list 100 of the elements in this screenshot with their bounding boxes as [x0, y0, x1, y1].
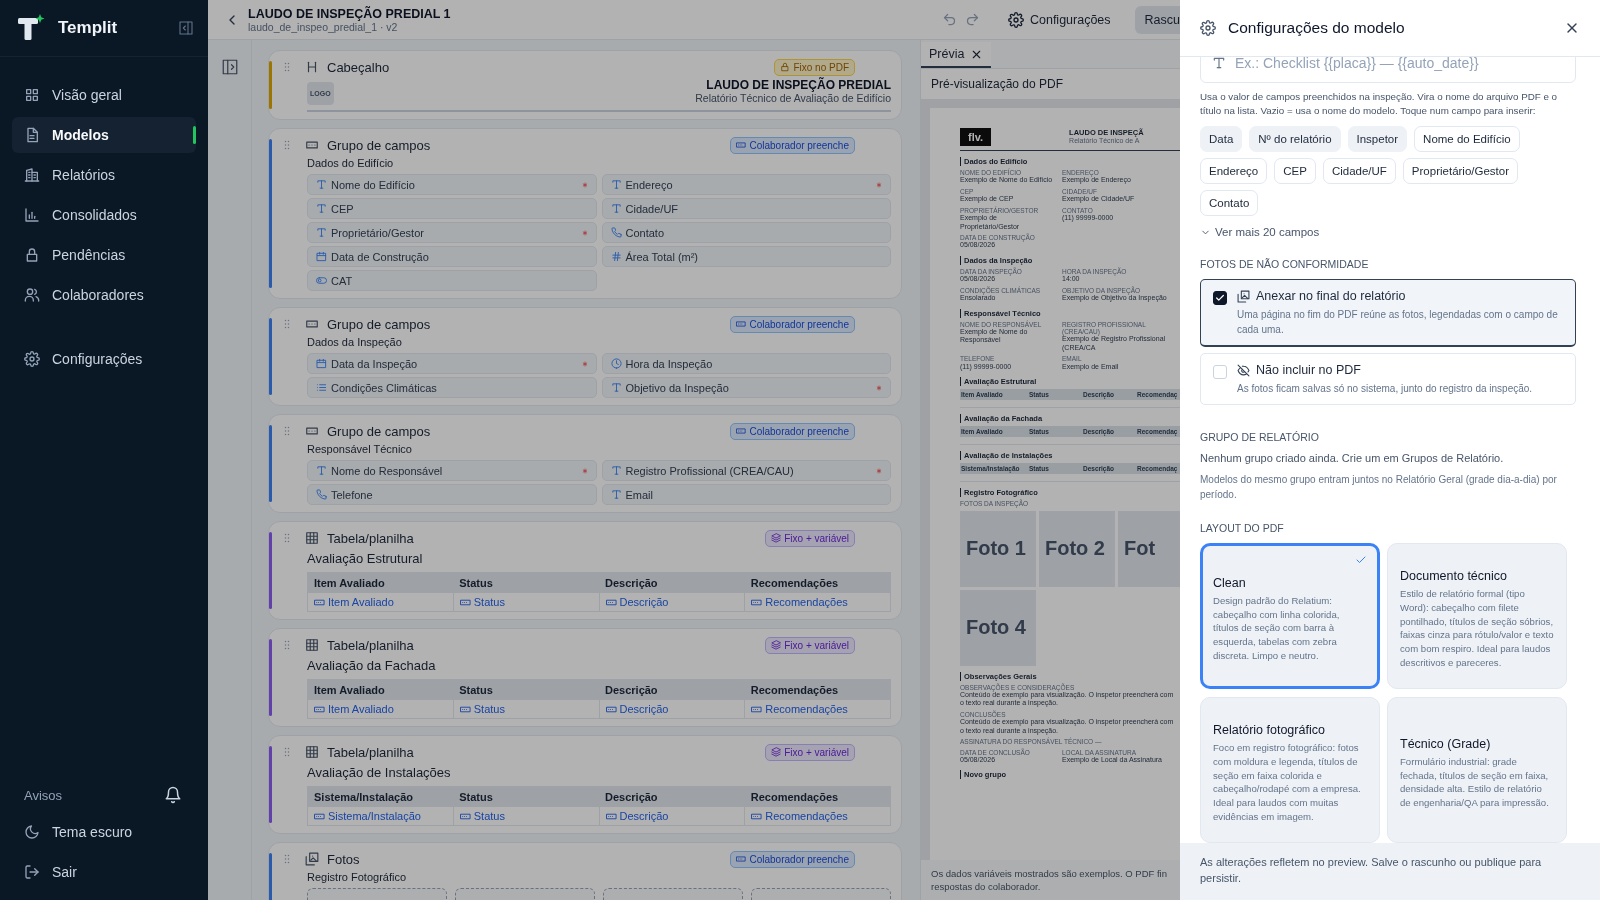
form-field[interactable]: Cidade/UF	[601, 198, 891, 219]
layout-card[interactable]: Relatório fotográfico Foco em registro fotográfico: fotos com moldura e legenda, títulos de seção em faixa colorida e cabeçalho/rodapé com a empresa. Ideal para laudos com muitas evidências em imagem.	[1200, 697, 1380, 843]
block-card[interactable]: Tabela/planilha Fixo + variável Avaliação de Instalações Sistema/Instalação Status Descrição Recomendações Sistema/Instalação Status Descrição Recomendações	[268, 735, 902, 834]
text-type-icon	[610, 382, 622, 393]
checkbox[interactable]	[1213, 291, 1227, 306]
phone-icon	[610, 227, 622, 238]
form-field[interactable]: Telefone	[307, 484, 597, 505]
bar-chart-icon	[24, 207, 40, 223]
group-name: Registro Fotográfico	[307, 871, 408, 883]
preview-note: Os dados variáveis mostrados são exemplos. O PDF fin	[931, 868, 1168, 879]
layers-icon	[771, 640, 782, 650]
sidebar-item[interactable]: Tema escuro	[12, 814, 196, 850]
form-field[interactable]: Contato	[601, 222, 891, 243]
layout-card[interactable]	[1387, 543, 1567, 690]
layout-description: Estilo de relatório formal (tipo Word): cabeçalho com filete pontilhado, títulos de seção sóbrios, faixas cinza para rótulo/valor e texto com bom respiro. Ideal para laudos descritivos e pareceres.	[1400, 586, 1554, 671]
notices-label: Avisos	[24, 787, 63, 803]
block-type: Grupo de campos	[327, 316, 432, 332]
show-more-link[interactable]: Ver mais 20 campos	[1200, 226, 1320, 239]
draft-button[interactable]: Rascu	[1134, 5, 1180, 34]
form-field[interactable]: Email	[601, 484, 891, 505]
field-chip[interactable]: Contato	[1200, 190, 1259, 217]
preview-tab[interactable]: Prévia	[921, 42, 992, 68]
form-field[interactable]: Condições Climáticas	[307, 377, 597, 398]
field-group-icon	[305, 424, 319, 438]
field-chip[interactable]: Inspetor	[1347, 126, 1408, 153]
field-chip[interactable]: Data	[1200, 126, 1243, 153]
section-heading: GRUPO DE RELATÓRIO	[1200, 431, 1320, 444]
sidebar-item[interactable]: Visão geral	[12, 77, 196, 113]
form-field[interactable]: Área Total (m²)	[601, 246, 891, 267]
block-card[interactable]: Tabela/planilha Fixo + variável Avaliação Estrutural Item Avaliado Status Descrição Recomendações Item Avaliado Status Descrição Recomendações	[268, 521, 902, 620]
layout-title: Clean	[1213, 575, 1247, 590]
block-card[interactable]: Grupo de campos Colaborador preenche Dados do Edifício Nome do Edifício Endereço CEP Cidade/UF Proprietário/Gestor Contato Data de Construção Área Total (m²) CAT	[268, 128, 902, 299]
form-field[interactable]: Endereço	[601, 174, 891, 195]
option-card[interactable]: Não incluir no PDF As fotos ficam salvas só no sistema, junto do registro da inspeção.	[1200, 353, 1576, 406]
column-header: Item Avaliado	[307, 679, 454, 700]
field-group-icon	[305, 138, 319, 152]
sidebar-item[interactable]: Modelos	[12, 117, 196, 153]
settings-button[interactable]: Configurações	[999, 7, 1119, 32]
sidebar-item[interactable]: Pendências	[12, 237, 196, 273]
form-field[interactable]: Registro Profissional (CREA/CAU)	[601, 460, 891, 481]
layout-card[interactable]: Técnico (Grade) Formulário industrial: grade fechada, títulos de seção em faixa, densidade alta. Estilo de relatório de engenharia/QA para impressão.	[1387, 697, 1567, 843]
moon-icon	[24, 824, 40, 840]
table-name: Avaliação de Instalações	[307, 765, 452, 780]
sidebar-item[interactable]: Relatórios	[12, 157, 196, 193]
photos-icon	[305, 852, 319, 866]
empty-state-text: Nenhum grupo criado ainda. Crie um em Grupos de Relatório.	[1200, 452, 1505, 465]
cell-text: Status	[473, 703, 505, 715]
column-header: Status	[453, 679, 599, 700]
calendar-icon	[316, 251, 327, 262]
hash-icon	[610, 251, 622, 262]
cell-text: Recomendações	[765, 596, 848, 608]
form-field[interactable]: Hora da Inspeção	[601, 353, 891, 374]
section-heading: LAYOUT DO PDF	[1200, 522, 1285, 535]
block-card[interactable]: Grupo de campos Colaborador preenche Dados da Inspeção Data da Inspeção Hora da Inspeção Condições Climáticas Objetivo da Inspeção	[268, 307, 902, 406]
field-chip[interactable]: CEP	[1274, 158, 1316, 185]
mode-label: Colaborador preenche	[749, 425, 849, 437]
form-field[interactable]: CAT	[307, 270, 597, 291]
cell-text: Item Avaliado	[328, 703, 394, 715]
logo-icon	[16, 14, 46, 42]
layout-card[interactable]: Clean Design padrão do Relatium: cabeçalho com linha colorida, títulos de seção com barra à esquerda, tabelas com zebra discreta. Limpo e neutro.	[1200, 543, 1380, 690]
photo-caption: Foto 2	[1045, 537, 1105, 561]
form-field[interactable]: Data de Construção	[307, 246, 597, 267]
field-chip[interactable]: Proprietário/Gestor	[1402, 158, 1518, 185]
users-icon	[24, 287, 40, 303]
table-name: Avaliação Estrutural	[307, 551, 424, 566]
sidebar-item[interactable]: Consolidados	[12, 197, 196, 233]
document-subtitle: laudo_de_inspeo_predial_1 · v2	[248, 20, 399, 33]
form-field[interactable]: Proprietário/Gestor	[307, 222, 597, 243]
block-card[interactable]: Tabela/planilha Fixo + variável Avaliação da Fachada Item Avaliado Status Descrição Recomendações Item Avaliado Status Descrição Recomendações	[268, 628, 902, 727]
form-field[interactable]: CEP	[307, 198, 597, 219]
sidebar-item[interactable]: Configurações	[12, 341, 196, 377]
column-header: Sistema/Instalação	[307, 786, 454, 807]
text-type-icon	[316, 465, 327, 476]
option-title: Anexar no final do relatório	[1256, 289, 1406, 304]
sidebar-item[interactable]: Colaboradores	[12, 277, 196, 313]
field-chip[interactable]: Cidade/UF	[1322, 158, 1396, 185]
form-field[interactable]: Nome do Responsável	[307, 460, 597, 481]
block-card[interactable]: Grupo de campos Colaborador preenche Responsável Técnico Nome do Responsável Registro Profissional (CREA/CAU) Telefone Email	[268, 414, 902, 513]
field-chip[interactable]: Nº do relatório	[1249, 126, 1341, 153]
form-field[interactable]: Objetivo da Inspeção	[601, 377, 891, 398]
field-chip[interactable]: Endereço	[1200, 158, 1268, 185]
mode-label: Colaborador preenche	[749, 853, 849, 865]
layout-title: Relatório fotográfico	[1213, 722, 1326, 737]
column-header: Descrição	[599, 572, 745, 593]
option-title: Não incluir no PDF	[1256, 363, 1361, 378]
sidebar-item[interactable]: Sair	[12, 854, 196, 890]
form-field[interactable]: Nome do Edifício	[307, 174, 597, 195]
option-card[interactable]: Anexar no final do relatório Uma página no fim do PDF reúne as fotos, legendadas com o campo de cada uma.	[1200, 279, 1576, 348]
form-field[interactable]: Data da Inspeção	[307, 353, 597, 374]
option-description: As fotos ficam salvas só no sistema, junto do registro da inspeção.	[1237, 382, 1533, 397]
heading-icon	[305, 60, 319, 74]
settings-icon	[1007, 11, 1024, 28]
name-field[interactable]: Ex.: Checklist {{placa}} — {{auto_date}}	[1200, 57, 1576, 83]
column-header: Status	[453, 786, 599, 807]
block-card[interactable]: Fotos Colaborador preenche Registro Fotográfico	[268, 842, 902, 900]
cell-text: Sistema/Instalação	[328, 810, 421, 822]
footer-note: As alterações refletem no preview. Salve o rascunho ou publique para persistir.	[1180, 843, 1600, 900]
mode-label: Fixo + variável	[784, 746, 849, 758]
text-type-icon	[610, 179, 622, 190]
field-chip[interactable]: Nome do Edifício	[1414, 126, 1520, 153]
